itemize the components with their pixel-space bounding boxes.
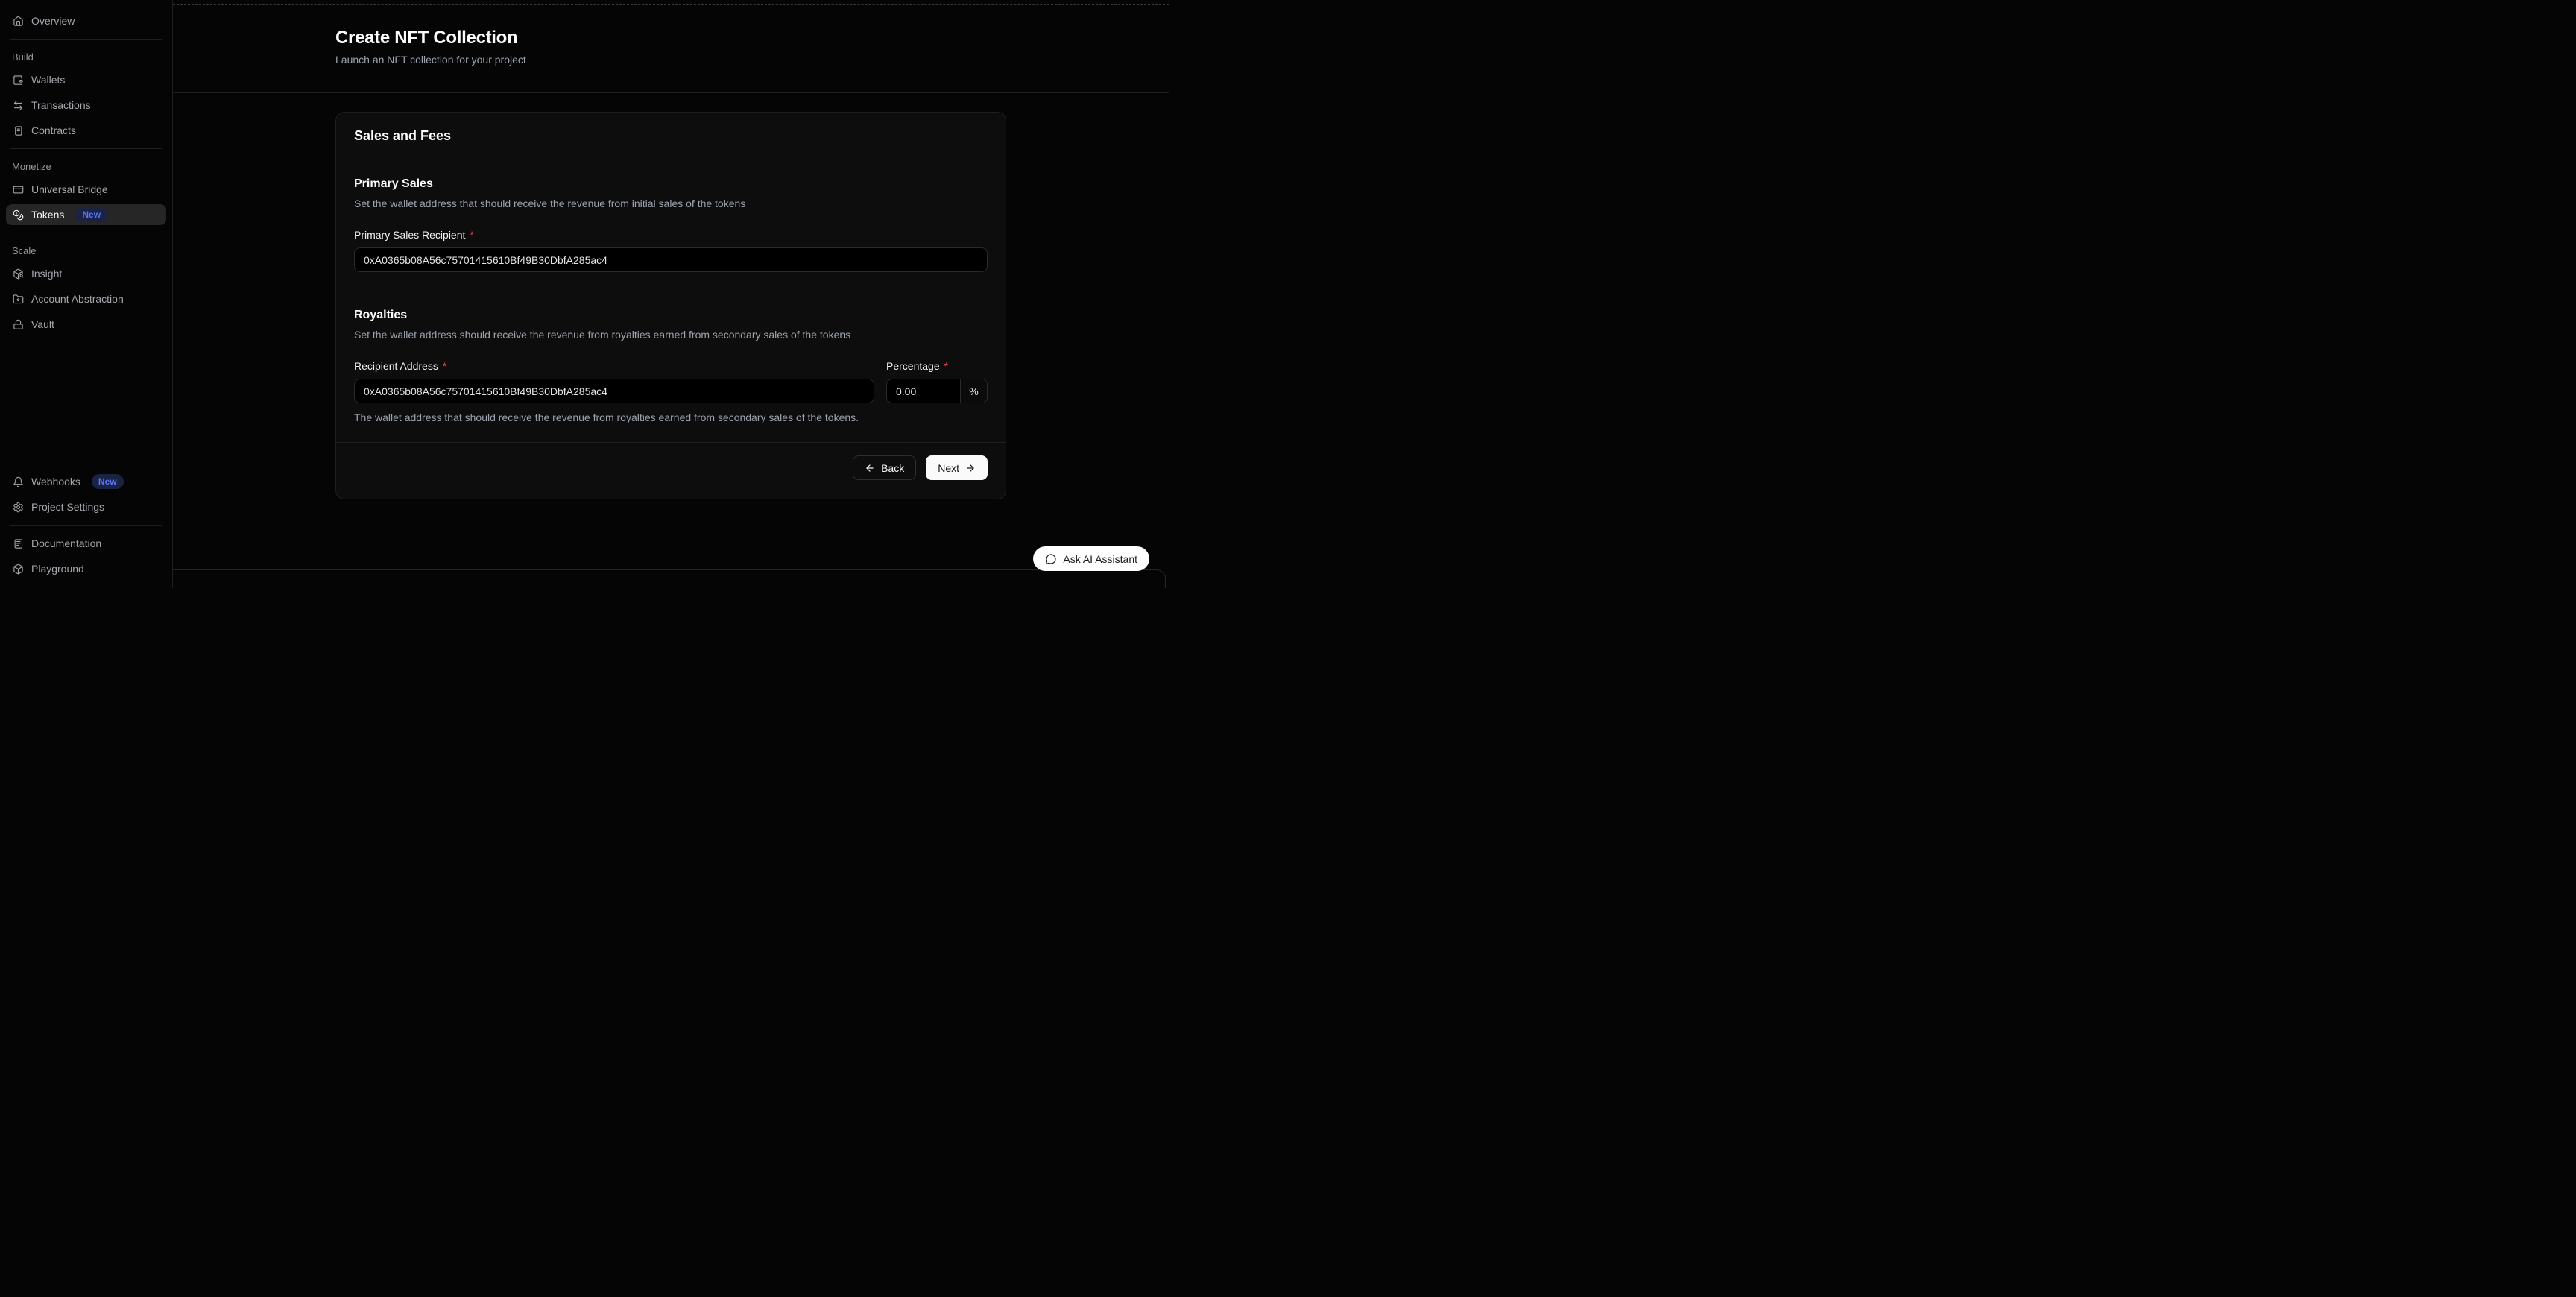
sidebar-item-overview[interactable]: Overview — [6, 10, 166, 31]
sidebar-item-label: Vault — [31, 318, 54, 330]
divider — [10, 148, 162, 149]
sidebar-item-label: Documentation — [31, 537, 101, 549]
divider — [10, 525, 162, 526]
required-asterisk: * — [443, 360, 446, 372]
ask-ai-assistant-button[interactable]: Ask AI Assistant — [1033, 546, 1149, 571]
percentage-label: Percentage * — [886, 360, 988, 372]
sidebar-item-transactions[interactable]: Transactions — [6, 95, 166, 116]
sidebar-item-label: Transactions — [31, 99, 91, 111]
back-button-label: Back — [881, 462, 904, 474]
recipient-address-field: Recipient Address * — [354, 341, 874, 403]
sidebar-item-project-settings[interactable]: Project Settings — [6, 496, 166, 517]
card-header: Sales and Fees — [336, 113, 1006, 160]
recipient-address-label: Recipient Address * — [354, 360, 874, 372]
recipient-address-input[interactable] — [354, 379, 874, 403]
card-title: Sales and Fees — [354, 128, 988, 144]
back-button[interactable]: Back — [853, 455, 916, 480]
percentage-input-group: % — [886, 379, 988, 403]
gear-icon — [12, 501, 24, 513]
wallet-icon — [12, 74, 24, 86]
chat-bubble-icon — [1045, 553, 1057, 565]
primary-sales-recipient-input[interactable] — [354, 247, 988, 272]
home-icon — [12, 15, 24, 27]
sidebar-item-contracts[interactable]: Contracts — [6, 120, 166, 141]
primary-sales-description: Set the wallet address that should recei… — [354, 198, 988, 209]
divider — [10, 39, 162, 40]
sidebar-item-insight[interactable]: Insight — [6, 263, 166, 284]
page-title: Create NFT Collection — [335, 28, 1169, 48]
arrows-left-right-icon — [12, 99, 24, 111]
bell-icon — [12, 476, 24, 487]
primary-sales-recipient-label: Primary Sales Recipient * — [354, 229, 988, 241]
main-area: Create NFT Collection Launch an NFT coll… — [173, 0, 1169, 588]
main-frame: Create NFT Collection Launch an NFT coll… — [173, 4, 1169, 588]
page-header: Create NFT Collection Launch an NFT coll… — [173, 5, 1169, 93]
royalties-helper-text: The wallet address that should receive t… — [354, 411, 988, 423]
smart-wallet-icon — [12, 293, 24, 305]
sidebar-spacer — [6, 339, 166, 471]
sidebar-item-label: Account Abstraction — [31, 293, 124, 305]
sidebar-item-documentation[interactable]: Documentation — [6, 533, 166, 554]
book-icon — [12, 537, 24, 549]
sidebar-section-monetize: Monetize — [6, 161, 166, 172]
royalties-field-row: Recipient Address * Percentage * % — [354, 341, 988, 403]
card-footer: Back Next — [336, 442, 1006, 499]
sidebar-section-build: Build — [6, 51, 166, 63]
sidebar-section-scale: Scale — [6, 245, 166, 256]
sidebar-item-label: Contracts — [31, 124, 76, 136]
bottom-panel-edge — [173, 569, 1166, 588]
sidebar-item-webhooks[interactable]: Webhooks New — [6, 471, 166, 492]
sidebar-item-label: Universal Bridge — [31, 183, 108, 195]
arrow-left-icon — [865, 463, 875, 473]
royalties-heading: Royalties — [354, 309, 988, 322]
sidebar-item-label: Wallets — [31, 74, 65, 86]
page-subtitle: Launch an NFT collection for your projec… — [335, 54, 1169, 66]
royalties-description: Set the wallet address should receive th… — [354, 329, 988, 341]
sidebar-item-label: Insight — [31, 268, 62, 280]
new-badge: New — [75, 207, 107, 221]
label-text: Percentage — [886, 360, 940, 372]
sidebar-item-label: Tokens — [31, 209, 64, 221]
next-button-label: Next — [938, 462, 959, 474]
new-badge: New — [92, 474, 124, 488]
sidebar-item-universal-bridge[interactable]: Universal Bridge — [6, 179, 166, 200]
arrow-right-icon — [965, 463, 976, 473]
sales-and-fees-card: Sales and Fees Primary Sales Set the wal… — [335, 112, 1006, 499]
lock-icon — [12, 318, 24, 330]
royalties-section: Royalties Set the wallet address should … — [336, 291, 1006, 442]
percentage-field: Percentage * % — [886, 341, 988, 403]
coins-icon — [12, 209, 24, 221]
percentage-input[interactable] — [887, 379, 960, 403]
document-icon — [12, 124, 24, 136]
sidebar-item-label: Overview — [31, 15, 75, 27]
label-text: Recipient Address — [354, 360, 438, 372]
sidebar-item-label: Project Settings — [31, 501, 104, 513]
sidebar-item-tokens[interactable]: Tokens New — [6, 204, 166, 225]
primary-sales-heading: Primary Sales — [354, 177, 988, 191]
sidebar-item-vault[interactable]: Vault — [6, 314, 166, 335]
ask-ai-assistant-label: Ask AI Assistant — [1063, 553, 1137, 565]
next-button[interactable]: Next — [926, 455, 988, 480]
package-search-icon — [12, 268, 24, 280]
sidebar: Overview Build Wallets Transactions Cont… — [0, 0, 173, 588]
content-area: Sales and Fees Primary Sales Set the wal… — [173, 93, 1169, 569]
percent-suffix: % — [960, 379, 987, 403]
label-text: Primary Sales Recipient — [354, 229, 465, 241]
primary-sales-section: Primary Sales Set the wallet address tha… — [336, 160, 1006, 291]
sidebar-item-playground[interactable]: Playground — [6, 558, 166, 579]
cube-icon — [12, 563, 24, 575]
required-asterisk: * — [470, 229, 473, 241]
sidebar-item-label: Webhooks — [31, 476, 80, 487]
required-asterisk: * — [944, 360, 948, 372]
sidebar-item-label: Playground — [31, 563, 84, 575]
sidebar-item-account-abstraction[interactable]: Account Abstraction — [6, 288, 166, 309]
credit-card-icon — [12, 183, 24, 195]
sidebar-item-wallets[interactable]: Wallets — [6, 69, 166, 90]
